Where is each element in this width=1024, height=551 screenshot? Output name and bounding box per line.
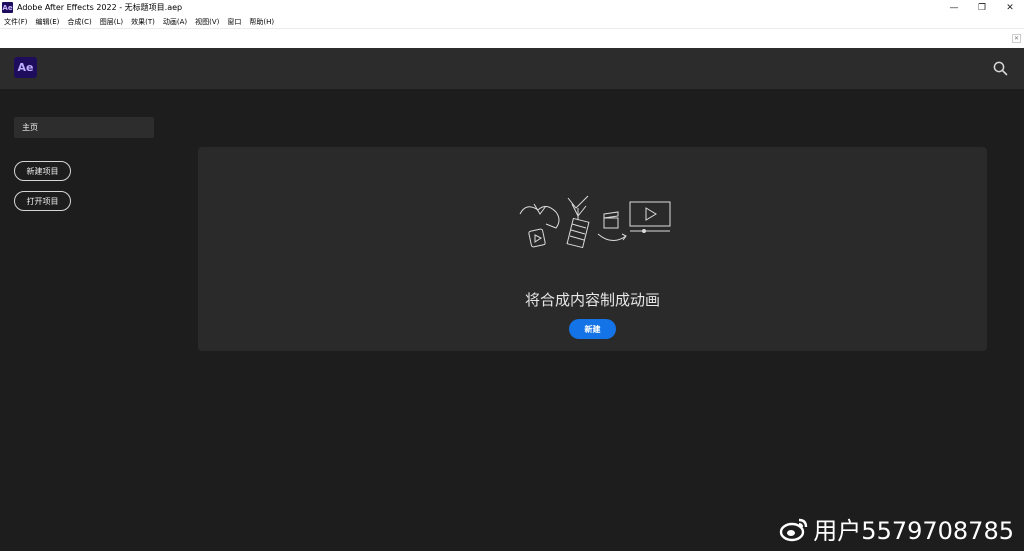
menu-layer[interactable]: 图层(L) [100, 17, 123, 27]
sidebar-item-home[interactable]: 主页 [14, 117, 154, 138]
menu-bar: 文件(F) 编辑(E) 合成(C) 图层(L) 效果(T) 动画(A) 视图(V… [0, 15, 1024, 28]
weibo-icon [780, 518, 808, 541]
app-icon: Ae [2, 2, 13, 13]
restore-button[interactable]: ❐ [968, 0, 996, 15]
home-header: Ae [0, 48, 1024, 89]
new-composition-button[interactable]: 新建 [569, 319, 616, 339]
close-panel-icon[interactable]: ✕ [1012, 34, 1021, 43]
ae-logo: Ae [14, 57, 37, 78]
menu-window[interactable]: 窗口 [227, 17, 241, 27]
toolbar-strip: ✕ [0, 28, 1024, 48]
close-button[interactable]: ✕ [996, 0, 1024, 15]
menu-edit[interactable]: 编辑(E) [36, 17, 60, 27]
menu-animation[interactable]: 动画(A) [163, 17, 187, 27]
open-project-button[interactable]: 打开项目 [14, 191, 71, 211]
welcome-card: 将合成内容制成动画 新建 [198, 147, 987, 351]
menu-effect[interactable]: 效果(T) [131, 17, 155, 27]
search-icon[interactable] [993, 61, 1008, 76]
title-bar: Ae Adobe After Effects 2022 - 无标题项目.aep … [0, 0, 1024, 15]
window-controls: — ❐ ✕ [940, 0, 1024, 15]
menu-view[interactable]: 视图(V) [195, 17, 219, 27]
menu-help[interactable]: 帮助(H) [249, 17, 274, 27]
watermark: 用户5579708785 [779, 511, 1014, 546]
menu-file[interactable]: 文件(F) [4, 17, 28, 27]
window-title: Adobe After Effects 2022 - 无标题项目.aep [17, 3, 183, 12]
new-project-button[interactable]: 新建项目 [14, 161, 71, 181]
menu-composition[interactable]: 合成(C) [67, 17, 91, 27]
watermark-text: 用户5579708785 [813, 517, 1014, 545]
welcome-headline: 将合成内容制成动画 [524, 291, 660, 309]
animation-illustration [519, 195, 671, 249]
minimize-button[interactable]: — [940, 0, 968, 15]
